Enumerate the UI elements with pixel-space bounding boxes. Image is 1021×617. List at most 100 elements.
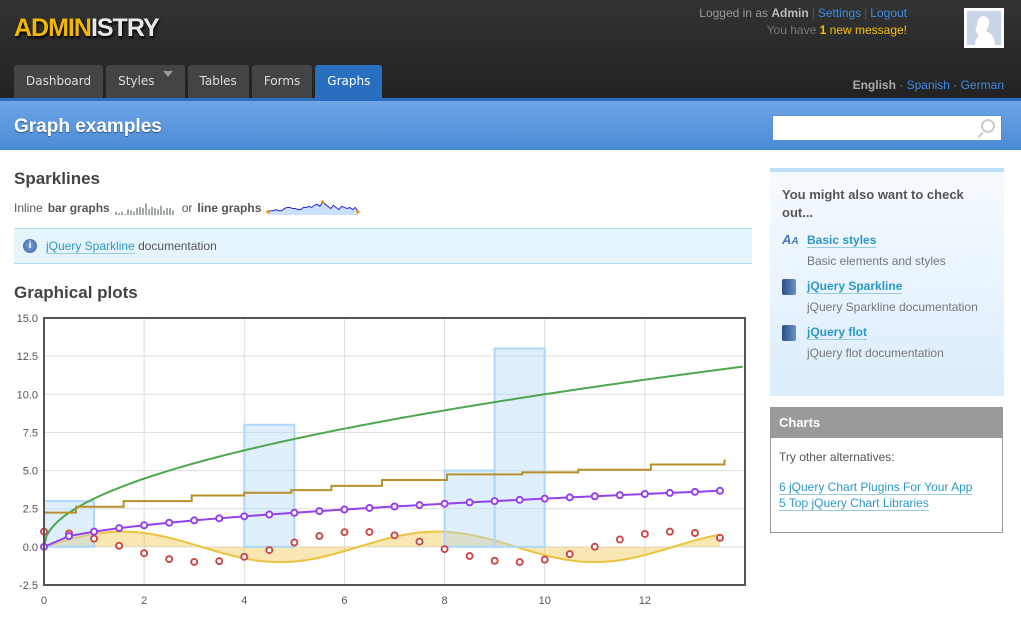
- sparkbar-bar: [129, 210, 132, 215]
- cos-point: [140, 549, 149, 558]
- sqrt-point: [565, 493, 574, 502]
- related-link-basic-styles[interactable]: Basic styles: [807, 233, 877, 248]
- sqrt-point: [540, 494, 549, 503]
- logout-link[interactable]: Logout: [870, 6, 907, 20]
- main-nav: Dashboard Styles Tables Forms Graphs: [14, 65, 383, 98]
- cos-point: [240, 552, 249, 561]
- sparkline-spot: [356, 210, 360, 214]
- settings-link[interactable]: Settings: [818, 6, 861, 20]
- sqrt-point: [365, 503, 374, 512]
- info-icon: i: [23, 239, 37, 253]
- sqrt-point: [515, 495, 524, 504]
- sqrt-point: [390, 502, 399, 511]
- sparkline-doc-link[interactable]: jQuery Sparkline: [46, 239, 135, 254]
- sparkbar-bar: [132, 211, 135, 215]
- sparklines-text: Inline bar graphs or line graphs: [14, 200, 360, 216]
- search-box[interactable]: [772, 115, 1002, 141]
- page-title: Graph examples: [14, 116, 162, 137]
- chart-link[interactable]: 5 Top jQuery Chart Libraries: [779, 496, 929, 511]
- charts-box: Charts Try other alternatives: 6 jQuery …: [770, 407, 1003, 533]
- sqrt-point: [690, 487, 699, 496]
- cos-point: [465, 552, 474, 561]
- cos-point: [390, 531, 399, 540]
- related-item: jQuery flot jQuery flot documentation: [782, 325, 992, 360]
- tab-styles[interactable]: Styles: [106, 65, 185, 98]
- page-title-bar: Graph examples: [0, 98, 1021, 150]
- cos-point: [715, 533, 724, 542]
- y-tick-label: 7.5: [23, 427, 38, 439]
- sqrt-point: [215, 514, 224, 523]
- y-tick-label: 15.0: [17, 313, 38, 325]
- cos-point: [415, 537, 424, 546]
- sqrt-point: [340, 505, 349, 514]
- book-icon: [782, 325, 796, 341]
- sqrt-point: [240, 512, 249, 521]
- related-item: jQuery Sparkline jQuery Sparkline docume…: [782, 279, 992, 314]
- sparkline-bar: [114, 203, 174, 215]
- username: Admin: [771, 6, 809, 20]
- sqrt-point: [115, 524, 124, 533]
- charts-heading: Charts: [771, 408, 1002, 438]
- cos-point: [615, 535, 624, 544]
- chevron-down-icon: [162, 71, 173, 82]
- user-box: Logged in as Admin | Settings | Logout You h…: [699, 6, 907, 39]
- tab-dashboard[interactable]: Dashboard: [14, 65, 104, 98]
- x-tick-label: 8: [442, 595, 448, 607]
- language-german[interactable]: German: [961, 78, 1004, 92]
- cos-point: [640, 529, 649, 538]
- x-tick-label: 6: [341, 595, 347, 607]
- sparkbar-bar: [123, 214, 126, 215]
- cos-point: [690, 529, 699, 538]
- x-tick-label: 12: [639, 595, 651, 607]
- sparkline-spot: [321, 200, 325, 204]
- sqrt-point: [465, 498, 474, 507]
- sqrt-point: [190, 516, 199, 525]
- sqrt-point: [490, 497, 499, 506]
- related-link-sparkline[interactable]: jQuery Sparkline: [807, 279, 903, 294]
- messages-notice[interactable]: You have 1 new message!: [699, 22, 907, 39]
- search-input[interactable]: [773, 116, 973, 140]
- tab-forms[interactable]: Forms: [251, 65, 313, 98]
- x-tick-label: 4: [241, 595, 247, 607]
- sparkline-line: [266, 200, 360, 215]
- related-link-flot[interactable]: jQuery flot: [807, 325, 868, 340]
- flot-chart: 0 2 4 6 8 10 12 -2.5 0.0 2.5 5.0 7.5 10.0 12.5 15.0: [17, 313, 746, 607]
- chart-link[interactable]: 6 jQuery Chart Plugins For Your App: [779, 480, 973, 495]
- book-icon: [782, 279, 796, 295]
- sparkline-fill: [268, 202, 359, 215]
- sqrt-point: [640, 490, 649, 499]
- sparklines-heading: Sparklines: [14, 169, 100, 188]
- cos-point: [440, 545, 449, 554]
- avatar[interactable]: [964, 8, 1004, 48]
- y-tick-label: 10.0: [17, 389, 38, 401]
- sparkbar-bar: [126, 209, 129, 215]
- cos-point: [290, 538, 299, 547]
- logo[interactable]: ADMINISTRY: [14, 14, 160, 43]
- x-tick-label: 2: [141, 595, 147, 607]
- x-tick-label: 10: [539, 595, 551, 607]
- cos-point: [90, 534, 99, 543]
- cos-point: [265, 546, 274, 555]
- cos-point: [490, 556, 499, 565]
- sparkline-spot: [266, 210, 270, 214]
- cos-point: [665, 527, 674, 536]
- sparkbar-bar: [156, 209, 159, 215]
- sparkbar-bar: [120, 211, 123, 215]
- steps-line: [44, 459, 726, 514]
- cos-point: [590, 542, 599, 551]
- cos-point: [540, 555, 549, 564]
- info-note: i jQuery Sparkline documentation: [14, 228, 752, 264]
- y-tick-label: 2.5: [23, 504, 38, 516]
- cos-point: [565, 550, 574, 559]
- sqrt-point: [90, 527, 99, 536]
- cos-point: [315, 532, 324, 541]
- language-spanish[interactable]: Spanish: [907, 78, 950, 92]
- sparkbar-bar: [159, 205, 162, 215]
- related-links-box: You might also want to check out... AA B…: [770, 168, 1004, 396]
- search-icon[interactable]: [981, 119, 995, 133]
- tab-graphs[interactable]: Graphs: [315, 65, 383, 98]
- tab-tables[interactable]: Tables: [187, 65, 249, 98]
- sqrt-point: [715, 486, 724, 495]
- sparkbar-bar: [141, 208, 144, 215]
- bar: [493, 347, 546, 548]
